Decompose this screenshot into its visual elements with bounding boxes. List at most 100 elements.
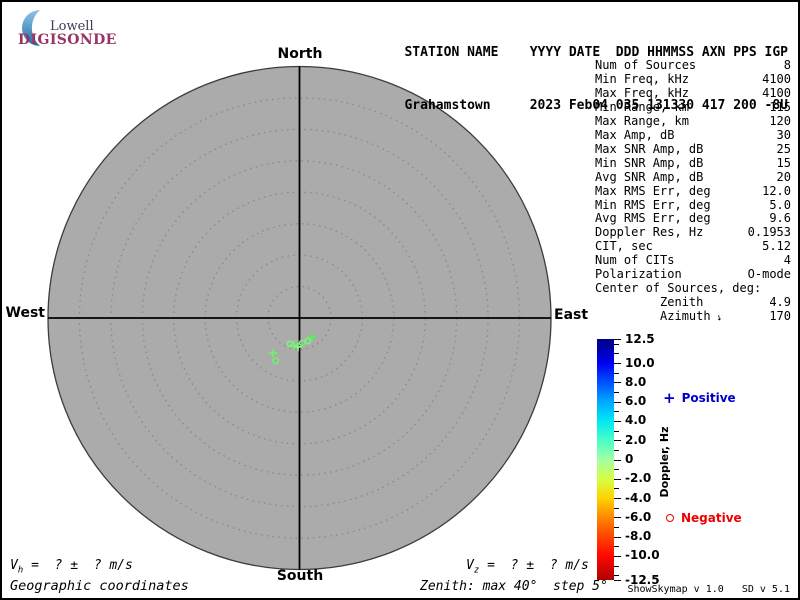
vz-value: = ? ± ? m/s xyxy=(479,558,589,573)
stats-row: Center of Sources, deg: xyxy=(595,281,791,296)
vz-symbol: V xyxy=(466,558,474,573)
stats-value: 4100 xyxy=(762,71,791,86)
doppler-colorbar: 12.5 10.0 8.0 6.0 4.0 2.0 0 -2.0 -4.0 -6.0 -8.0 -10… xyxy=(597,332,660,587)
colorbar-major-tick xyxy=(614,580,621,581)
stats-label: Min SNR Amp, dB xyxy=(595,155,704,170)
stats-row: Doppler Res, Hz 0.1953 xyxy=(595,225,791,240)
stats-value: 25 xyxy=(776,141,791,156)
stats-value: 115 xyxy=(769,99,791,114)
colorbar-major-tick xyxy=(614,517,621,519)
colorbar-minor-tick xyxy=(614,575,619,577)
colorbar-tick-label: -10.0 xyxy=(625,548,660,563)
software-version-note: ShowSkymap v 1.0 SD v 5.1 xyxy=(627,584,790,595)
stats-label: Min Freq, kHz xyxy=(595,71,689,86)
stats-label: CIT, sec xyxy=(595,239,653,254)
stats-value: 4 xyxy=(783,253,791,268)
colorbar-axis-label: Doppler, Hz xyxy=(658,426,671,498)
stats-value: 5.0 xyxy=(769,197,791,212)
stats-label: Max Range, km xyxy=(595,113,689,128)
colorbar-major-tick xyxy=(614,536,621,538)
stats-label: Avg RMS Err, deg xyxy=(595,211,711,226)
stats-value: 12.0 xyxy=(762,183,791,198)
stats-label: Polarization xyxy=(595,267,682,282)
colorbar-tick-label: 2.0 xyxy=(625,432,647,447)
colorbar-tick-label: 0 xyxy=(625,452,634,466)
colorbar-tick-label: -8.0 xyxy=(625,529,652,544)
stats-row: Max Range, km 120 xyxy=(595,113,791,129)
colorbar-major-tick xyxy=(614,498,621,500)
colorbar-tick-label: 12.5 xyxy=(625,331,655,346)
colorbar-major-tick xyxy=(614,459,621,461)
stats-value: 15 xyxy=(776,155,791,170)
colorbar-major-tick xyxy=(614,440,621,442)
compass-east-label: East xyxy=(554,307,589,323)
coordinates-note: Geographic coordinates xyxy=(10,578,189,594)
stats-row: Min Freq, kHz 4100 xyxy=(595,71,791,87)
horizontal-velocity-readout: Vh = ? ± ? m/s xyxy=(10,558,133,576)
compass-north-label: North xyxy=(277,46,323,62)
stats-label: Num of Sources xyxy=(595,58,697,72)
colorbar-major-tick xyxy=(614,363,621,365)
colorbar-minor-tick xyxy=(614,526,619,528)
vertical-velocity-readout: Vz = ? ± ? m/s xyxy=(466,558,589,576)
stats-label: Max Amp, dB xyxy=(595,127,675,142)
lowell-digisonde-logo: Lowell DIGISONDE xyxy=(10,6,140,48)
stats-row: Azimuth ↑ 170 xyxy=(595,309,791,324)
stats-row: Avg RMS Err, deg 9.6 xyxy=(595,212,791,226)
stats-value: 8 xyxy=(783,58,791,72)
stats-value: 9.6 xyxy=(769,211,791,226)
stats-row: Min RMS Err, deg 5.0 xyxy=(595,197,791,213)
colorbar-tick-label: 10.0 xyxy=(625,355,655,370)
stats-row: Min SNR Amp, dB 15 xyxy=(595,155,791,171)
colorbar-major-tick xyxy=(614,401,621,403)
colorbar-minor-tick xyxy=(614,372,619,374)
colorbar-major-tick xyxy=(614,555,621,557)
colorbar-tick-label: -4.0 xyxy=(625,490,652,505)
stats-value: 5.12 xyxy=(762,239,791,254)
colorbar-minor-tick xyxy=(614,392,619,394)
stats-label: Num of CITs xyxy=(595,253,675,268)
vh-symbol: V xyxy=(10,558,18,573)
stats-label: Min Range, km xyxy=(595,99,689,114)
stats-label: Center of Sources, deg: xyxy=(595,281,762,296)
colorbar-minor-tick xyxy=(614,411,619,413)
legend-negative-label: Negative xyxy=(681,511,742,525)
stats-label: Min RMS Err, deg xyxy=(595,197,711,212)
colorbar-tick-label: 4.0 xyxy=(625,413,647,428)
stats-label: Avg SNR Amp, dB xyxy=(595,169,704,184)
vh-value: = ? ± ? m/s xyxy=(23,558,133,573)
stats-row: Max SNR Amp, dB 25 xyxy=(595,141,791,157)
colorbar-minor-tick xyxy=(614,546,619,548)
stats-label: Max SNR Amp, dB xyxy=(595,141,704,156)
stats-row: Max Amp, dB 30 xyxy=(595,127,791,143)
measurement-stats-table: Num of Sources 8 Min Freq, kHz 4100 Max Freq… xyxy=(595,58,791,324)
stats-row: Avg SNR Amp, dB 20 xyxy=(595,169,791,185)
colorbar-tick-label: -6.0 xyxy=(625,509,652,524)
stats-value: 30 xyxy=(776,127,791,142)
colorbar-minor-tick xyxy=(614,353,619,355)
logo-text-digisonde: DIGISONDE xyxy=(18,32,117,48)
stats-row: Max Freq, kHz 4100 xyxy=(595,86,791,101)
stats-value: O-mode xyxy=(747,267,791,282)
stats-row: Zenith 4.9 xyxy=(595,295,791,310)
stats-row: Min Range, km 115 xyxy=(595,99,791,115)
colorbar-major-tick xyxy=(614,382,621,384)
colorbar-minor-tick xyxy=(614,430,619,432)
legend-positive: + Positive xyxy=(663,391,736,406)
stats-value: 170 xyxy=(769,309,791,324)
stats-row: Polarization O-mode xyxy=(595,267,791,282)
stats-value: 20 xyxy=(776,169,791,184)
stats-label: Max RMS Err, deg xyxy=(595,183,711,198)
stats-label: Doppler Res, Hz xyxy=(595,225,704,240)
colorbar-major-tick xyxy=(614,339,621,340)
stats-row: CIT, sec 5.12 xyxy=(595,239,791,254)
stats-label: Azimuth xyxy=(595,309,711,324)
legend-positive-label: Positive xyxy=(681,391,736,405)
colorbar-gradient xyxy=(597,339,614,580)
stats-value: 120 xyxy=(769,113,791,128)
colorbar-tick-label: 8.0 xyxy=(625,374,647,389)
colorbar-major-tick xyxy=(614,478,621,480)
colorbar-minor-tick xyxy=(614,343,619,345)
stats-value: 0.1953 xyxy=(747,225,791,240)
colorbar-tick-label: -2.0 xyxy=(625,471,652,486)
